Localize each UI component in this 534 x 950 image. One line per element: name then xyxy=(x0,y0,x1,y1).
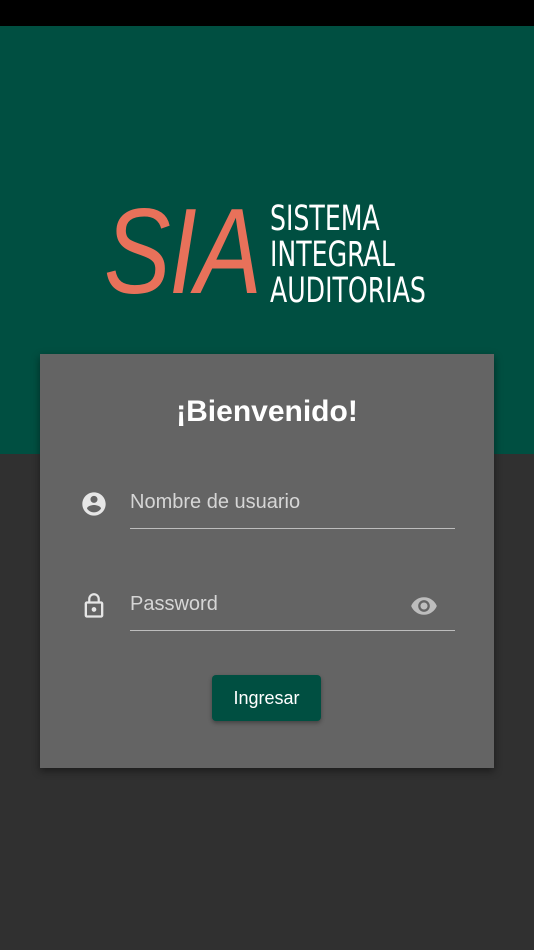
lock-icon xyxy=(84,593,104,618)
welcome-title: ¡Bienvenido! xyxy=(176,395,358,428)
login-button[interactable]: Ingresar xyxy=(212,675,321,721)
account-circle-icon xyxy=(82,492,106,516)
status-bar xyxy=(0,0,534,26)
logo-wordmark: SISTEMA INTEGRAL AUDITORIAS xyxy=(270,202,426,310)
password-field xyxy=(40,578,494,638)
logo-line-1: SISTEMA xyxy=(270,199,380,239)
password-input[interactable] xyxy=(130,578,455,631)
logo-line-2: INTEGRAL xyxy=(270,235,395,275)
login-card: ¡Bienvenido! Ingresar xyxy=(40,354,494,768)
sia-logo: SIA SISTEMA INTEGRAL AUDITORIAS xyxy=(104,190,434,316)
logo-line-3: AUDITORIAS xyxy=(270,271,426,311)
logo-mark: SIA xyxy=(104,183,262,319)
username-input[interactable] xyxy=(130,476,455,529)
username-field xyxy=(40,476,494,536)
eye-icon[interactable] xyxy=(408,592,440,620)
